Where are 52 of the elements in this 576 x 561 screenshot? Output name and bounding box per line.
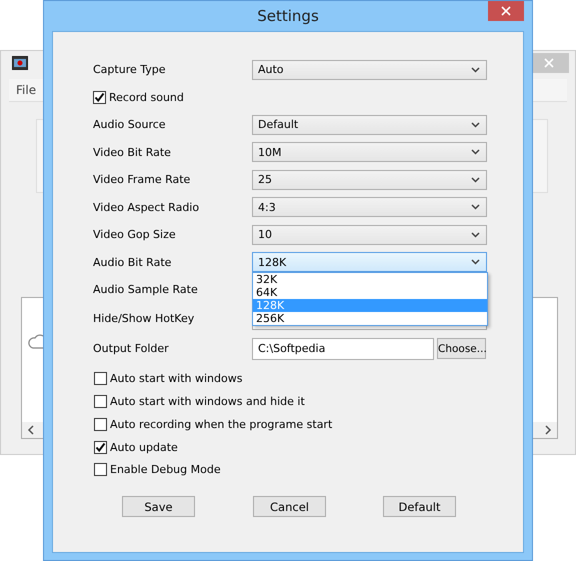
checkbox-label: Auto start with windows (110, 372, 242, 386)
dropdown-option[interactable]: 32K (253, 272, 487, 286)
scroll-left-icon[interactable] (27, 425, 35, 435)
menu-item[interactable]: File (9, 83, 44, 97)
film-camera-icon (12, 56, 28, 70)
window-title: Settings (257, 7, 319, 25)
field-label: Capture Type (93, 63, 166, 76)
dropdown[interactable]: Auto (252, 60, 487, 80)
field-label: Audio Source (93, 118, 167, 132)
close-icon (544, 58, 554, 68)
dropdown[interactable]: 25 (252, 170, 487, 190)
checkbox-label: Auto update (110, 440, 178, 454)
scroll-right-icon[interactable] (544, 425, 552, 435)
checkbox-label: Record sound (109, 90, 184, 104)
dialog-button[interactable]: Default (383, 496, 456, 518)
choose-button[interactable]: Choose... (437, 338, 486, 359)
dialog-button[interactable]: Save (122, 496, 195, 518)
dropdown[interactable]: 10M (252, 142, 487, 162)
field-label: Video Aspect Radio (93, 200, 200, 214)
checkbox[interactable] (94, 463, 107, 476)
field-label: Video Gop Size (93, 228, 177, 242)
checkbox-label: Auto start with windows and hide it (110, 395, 305, 408)
checked-checkbox[interactable] (94, 440, 107, 454)
dropdown[interactable]: 128K (252, 252, 487, 272)
caret-icon (471, 66, 480, 73)
field-label: Audio Sample Rate (93, 283, 199, 296)
close-icon (501, 6, 511, 16)
checked-checkbox[interactable] (93, 90, 106, 104)
caret-icon (471, 259, 480, 266)
checkbox[interactable] (94, 372, 107, 386)
folder-field[interactable]: C:\Softpedia (252, 338, 434, 360)
caret-icon (471, 149, 480, 156)
caret-icon (471, 122, 480, 128)
dropdown[interactable]: 10 (252, 224, 487, 245)
checkbox[interactable] (94, 395, 107, 408)
field-label: Video Frame Rate (93, 173, 192, 186)
close-button[interactable] (488, 1, 524, 21)
dropdown-option[interactable]: 256K (253, 312, 487, 324)
checkbox-label: Auto recording when the programe start (110, 418, 332, 431)
field-label: Audio Bit Rate (93, 256, 172, 269)
field-label: Hide/Show HotKey (93, 312, 196, 325)
dropdown[interactable]: 4:3 (252, 197, 487, 218)
dialog-button[interactable]: Cancel (253, 496, 326, 518)
dropdown[interactable]: Default (252, 114, 487, 135)
checkbox-label: Enable Debug Mode (110, 463, 221, 476)
caret-icon (471, 176, 480, 183)
dropdown-option[interactable]: 64K (253, 286, 487, 298)
checkbox[interactable] (94, 418, 107, 431)
caret-icon (471, 232, 480, 238)
caret-icon (471, 204, 480, 210)
field-label: Output Folder (93, 342, 170, 355)
field-label: Video Bit Rate (93, 146, 172, 159)
